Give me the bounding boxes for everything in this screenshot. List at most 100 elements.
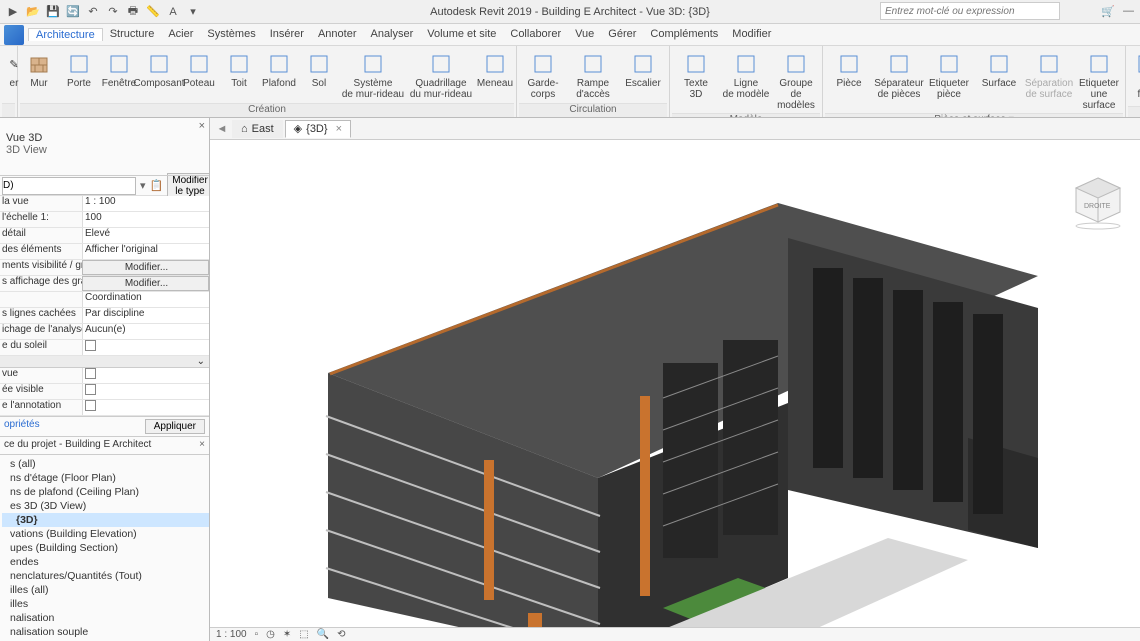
menu-insérer[interactable]: Insérer (263, 28, 311, 40)
view-status-bar: 1 : 100 ▫ ◷ ✶ ⬚ 🔍 ⟲ (210, 627, 1140, 641)
property-row[interactable]: ée visible (0, 384, 209, 400)
status-icon[interactable]: ▫ (255, 629, 259, 640)
ribbon: ✎er MurPorteFenêtreComposantPoteauToitPl… (0, 46, 1140, 118)
property-row[interactable]: e du soleil (0, 340, 209, 356)
property-row[interactable]: ichage de l'analyse p...Aucun(e) (0, 324, 209, 340)
tree-node[interactable]: ns de plafond (Ceiling Plan) (2, 485, 209, 499)
tree-node[interactable]: {3D} (2, 513, 209, 527)
tree-node[interactable]: nalisation souple (2, 625, 209, 639)
property-row[interactable]: détailElevé (0, 228, 209, 244)
tool-séparateur[interactable]: Séparateur de pièces (875, 50, 923, 102)
app-dropdown-icon[interactable]: ▶ (6, 5, 20, 19)
property-row[interactable]: Coordination (0, 292, 209, 308)
measure-icon[interactable]: 📏 (146, 5, 160, 19)
menu-structure[interactable]: Structure (103, 28, 162, 40)
menu-vue[interactable]: Vue (568, 28, 601, 40)
tool-escalier[interactable]: Escalier (619, 50, 667, 91)
tool-etiqueter[interactable]: Etiqueter pièce (925, 50, 973, 102)
app-button[interactable] (4, 25, 24, 45)
tool-garde-corps[interactable]: Garde-corps (519, 50, 567, 102)
property-row[interactable]: ments visibilité / gra...Modifier... (0, 260, 209, 276)
close-icon[interactable]: × (336, 123, 342, 135)
tool-ligne[interactable]: Ligne de modèle (722, 50, 770, 102)
tool-pièce[interactable]: Pièce (825, 50, 873, 91)
status-icon[interactable]: ✶ (283, 629, 291, 640)
menu-architecture[interactable]: Architecture (28, 28, 103, 41)
menu-acier[interactable]: Acier (161, 28, 200, 40)
close-icon[interactable]: × (199, 120, 205, 132)
property-row[interactable]: s lignes cachéesPar discipline (0, 308, 209, 324)
tool-par[interactable]: Par face (1128, 50, 1140, 102)
cart-icon[interactable]: 🛒 (1101, 5, 1115, 18)
menu-systèmes[interactable]: Systèmes (200, 28, 262, 40)
menu-annoter[interactable]: Annoter (311, 28, 364, 40)
property-row[interactable]: vue (0, 368, 209, 384)
tree-node[interactable]: illes (2, 597, 209, 611)
tool-meneau[interactable]: Meneau (476, 50, 514, 91)
menu-collaborer[interactable]: Collaborer (503, 28, 568, 40)
tool-mur[interactable]: Mur (20, 50, 58, 91)
menu-volume et site[interactable]: Volume et site (420, 28, 503, 40)
save-icon[interactable]: 💾 (46, 5, 60, 19)
redo-icon[interactable]: ↷ (106, 5, 120, 19)
apply-button[interactable]: Appliquer (145, 419, 205, 434)
tool-toit[interactable]: Toit (220, 50, 258, 91)
tool-composant[interactable]: Composant (140, 50, 178, 91)
undo-icon[interactable]: ↶ (86, 5, 100, 19)
tool-plafond[interactable]: Plafond (260, 50, 298, 91)
tool-surface[interactable]: Surface (975, 50, 1023, 91)
sync-icon[interactable]: 🔄 (66, 5, 80, 19)
tree-node[interactable]: endes (2, 555, 209, 569)
property-row[interactable]: s affichage des graphi...Modifier... (0, 276, 209, 292)
property-row[interactable]: des élémentsAfficher l'original (0, 244, 209, 260)
tree-node[interactable]: nenclatures/Quantités (Tout) (2, 569, 209, 583)
tree-node[interactable]: s (all) (2, 457, 209, 471)
menu-analyser[interactable]: Analyser (363, 28, 420, 40)
minimize-icon[interactable]: — (1123, 5, 1134, 18)
search-input[interactable] (880, 2, 1060, 20)
view-tab-3d[interactable]: ◈{3D}× (285, 120, 351, 138)
tool-groupe[interactable]: Groupe de modèles (772, 50, 820, 113)
status-icon[interactable]: ◷ (266, 629, 275, 640)
menu-gérer[interactable]: Gérer (601, 28, 643, 40)
text-icon[interactable]: A (166, 5, 180, 19)
print-icon[interactable]: 🖶 (126, 5, 140, 19)
type-selector[interactable] (2, 177, 136, 195)
tool-texte[interactable]: Texte 3D (672, 50, 720, 102)
tool-rampe[interactable]: Rampe d'accès (569, 50, 617, 102)
properties-help-link[interactable]: opriétés (4, 419, 40, 434)
3d-canvas[interactable]: DROITE (210, 140, 1140, 627)
tool-porte[interactable]: Porte (60, 50, 98, 91)
tree-node[interactable]: es 3D (3D View) (2, 499, 209, 513)
property-row[interactable]: la vue1 : 100 (0, 196, 209, 212)
menu-modifier[interactable]: Modifier (725, 28, 778, 40)
status-icon[interactable]: ⬚ (299, 629, 308, 640)
close-icon[interactable]: × (199, 439, 205, 450)
status-icon[interactable]: 🔍 (317, 629, 329, 640)
tree-node[interactable]: vations (Building Elevation) (2, 527, 209, 541)
property-row[interactable]: e l'annotation (0, 400, 209, 416)
status-icon[interactable]: ⟲ (337, 629, 345, 640)
open-icon[interactable]: 📂 (26, 5, 40, 19)
tool-séparation[interactable]: Séparation de surface (1025, 50, 1073, 102)
tree-node[interactable]: nalisation (2, 611, 209, 625)
menu-compléments[interactable]: Compléments (643, 28, 725, 40)
tool-poteau[interactable]: Poteau (180, 50, 218, 91)
view-sub-label: 3D View (6, 144, 47, 156)
view-cube[interactable]: DROITE (1070, 174, 1126, 230)
view-tab-east[interactable]: ⌂East (232, 120, 283, 138)
tree-node[interactable]: upes (Building Section) (2, 541, 209, 555)
tool-quadrillage[interactable]: Quadrillage du mur-rideau (408, 50, 474, 102)
tree-node[interactable]: illes (all) (2, 583, 209, 597)
properties-header: × Vue 3D 3D View (0, 118, 209, 176)
tool-sol[interactable]: Sol (300, 50, 338, 91)
status-scale[interactable]: 1 : 100 (216, 629, 247, 640)
tree-node[interactable]: ns d'étage (Floor Plan) (2, 471, 209, 485)
tool-fenêtre[interactable]: Fenêtre (100, 50, 138, 91)
qat-dropdown-icon[interactable]: ▾ (186, 5, 200, 19)
modify-type-button[interactable]: Modifier le type (167, 173, 210, 199)
tool-etiqueter[interactable]: Etiqueter une surface (1075, 50, 1123, 113)
property-row[interactable]: l'échelle 1:100 (0, 212, 209, 228)
tool-système[interactable]: Système de mur-rideau (340, 50, 406, 102)
tab-nav-prev[interactable]: ◄ (214, 123, 230, 135)
